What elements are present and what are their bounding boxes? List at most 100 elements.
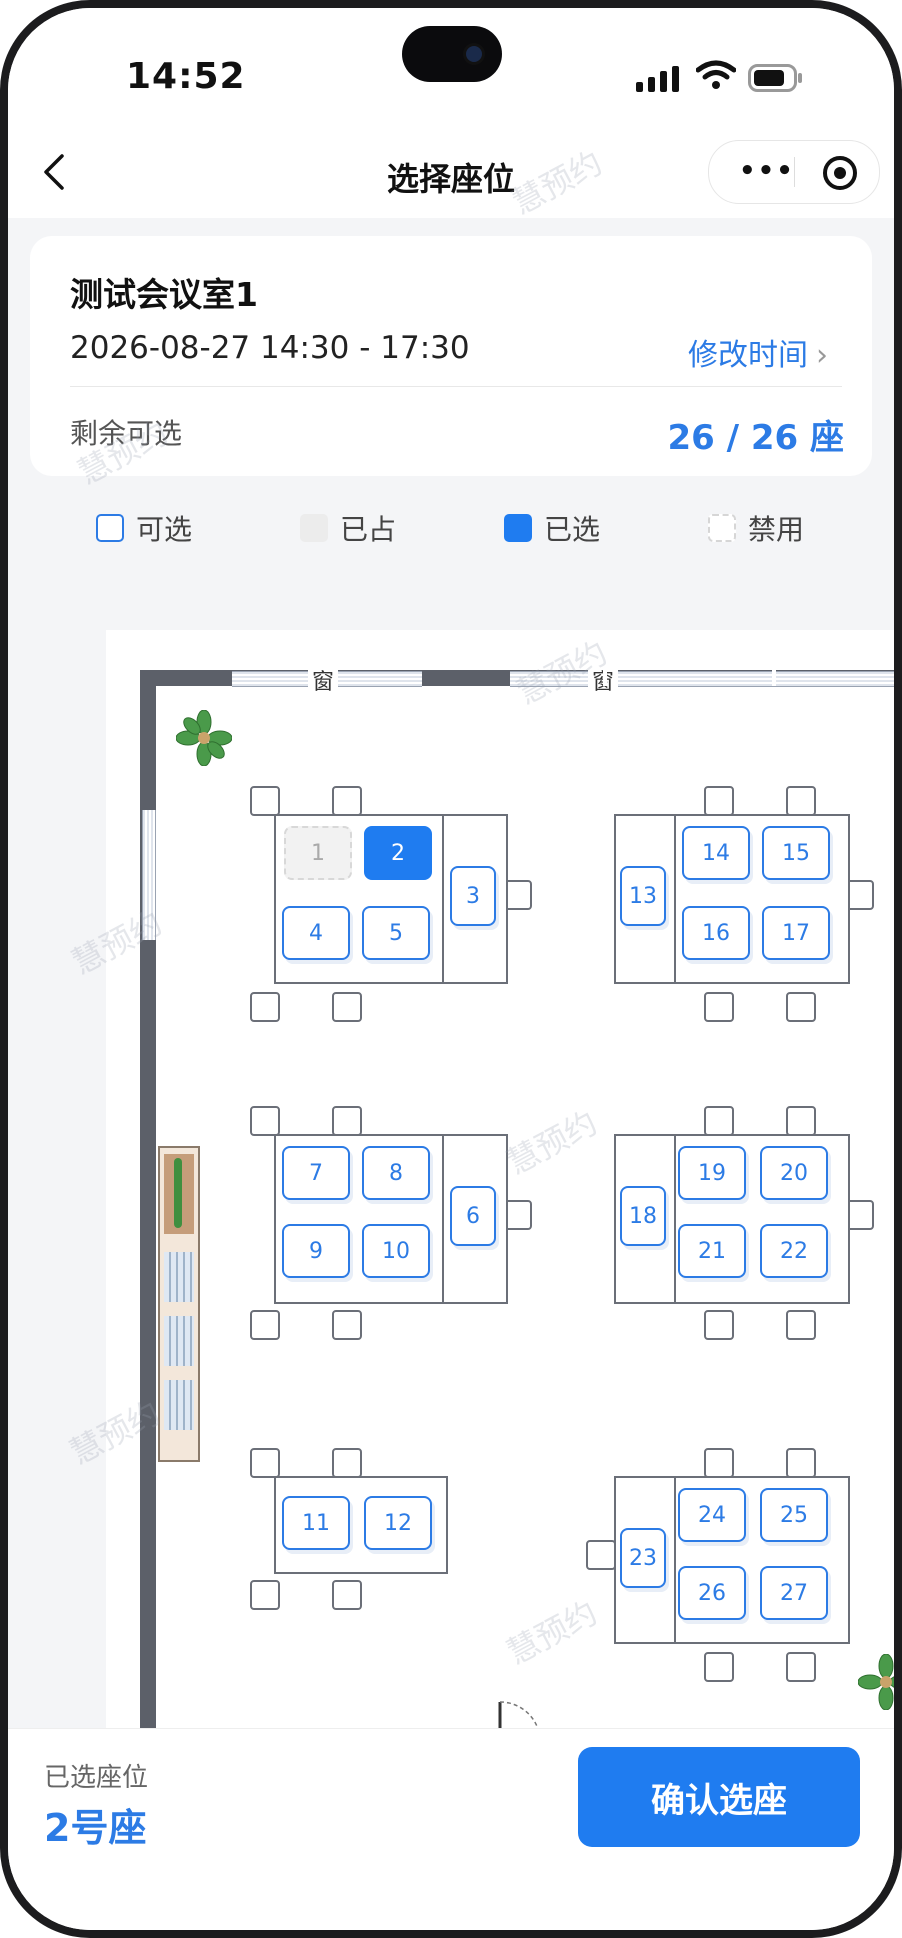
chair bbox=[704, 1106, 734, 1136]
change-time-link[interactable]: 修改时间 › bbox=[688, 330, 828, 374]
chair bbox=[250, 992, 280, 1022]
seat-9[interactable]: 9 bbox=[282, 1224, 350, 1278]
seat-11[interactable]: 11 bbox=[282, 1496, 350, 1550]
dynamic-island bbox=[402, 26, 502, 82]
books bbox=[164, 1380, 194, 1430]
bookshelf bbox=[158, 1146, 200, 1462]
screen: 14:52 选择座位 ••• 测试会议室1 2026-08-27 14:30 -… bbox=[8, 8, 894, 1930]
seat-map[interactable]: 窗 窗 bbox=[106, 630, 894, 1730]
seat-5[interactable]: 5 bbox=[362, 906, 430, 960]
occupied-swatch bbox=[300, 514, 328, 542]
window-gap bbox=[603, 670, 607, 686]
wifi-icon bbox=[696, 60, 736, 89]
chair bbox=[332, 786, 362, 816]
seat-13[interactable]: 13 bbox=[620, 866, 666, 926]
seat-12[interactable]: 12 bbox=[364, 1496, 432, 1550]
battery-icon bbox=[748, 64, 802, 92]
legend-occupied-label: 已占 bbox=[340, 513, 397, 546]
seat-17[interactable]: 17 bbox=[762, 906, 830, 960]
camera-icon bbox=[466, 46, 482, 62]
navigation-bar: 选择座位 ••• bbox=[8, 118, 894, 218]
seat-18[interactable]: 18 bbox=[620, 1186, 666, 1246]
seat-legend: 可选 已占 已选 禁用 bbox=[8, 508, 894, 548]
window-label: 窗 bbox=[308, 664, 339, 696]
plant-icon bbox=[858, 1654, 894, 1710]
seat-19[interactable]: 19 bbox=[678, 1146, 746, 1200]
seat-14[interactable]: 14 bbox=[682, 826, 750, 880]
chair bbox=[332, 992, 362, 1022]
chair bbox=[332, 1106, 362, 1136]
books bbox=[164, 1252, 194, 1302]
seat-10[interactable]: 10 bbox=[362, 1224, 430, 1278]
seat-15[interactable]: 15 bbox=[762, 826, 830, 880]
seat-21[interactable]: 21 bbox=[678, 1224, 746, 1278]
bottom-bar: 已选座位 2号座 确认选座 bbox=[8, 1728, 894, 1930]
chair bbox=[250, 786, 280, 816]
seat-6[interactable]: 6 bbox=[450, 1186, 496, 1246]
chair bbox=[704, 1448, 734, 1478]
books bbox=[164, 1316, 194, 1366]
selected-seat-value: 2号座 bbox=[44, 1806, 147, 1850]
chair bbox=[250, 1448, 280, 1478]
door-icon bbox=[498, 1701, 540, 1730]
disabled-swatch bbox=[708, 514, 736, 542]
chair bbox=[786, 786, 816, 816]
status-bar: 14:52 bbox=[8, 8, 894, 118]
remaining-value: 26 / 26 座 bbox=[667, 418, 844, 458]
close-target-icon[interactable] bbox=[823, 156, 857, 190]
seat-16[interactable]: 16 bbox=[682, 906, 750, 960]
chair bbox=[332, 1448, 362, 1478]
chair bbox=[786, 1652, 816, 1682]
legend-occupied: 已占 bbox=[300, 508, 396, 548]
window-top-right bbox=[510, 671, 894, 687]
more-icon[interactable]: ••• bbox=[739, 158, 795, 184]
chair bbox=[332, 1310, 362, 1340]
confirm-seat-button[interactable]: 确认选座 bbox=[578, 1747, 860, 1847]
legend-disabled: 禁用 bbox=[708, 508, 804, 548]
window-gap bbox=[772, 670, 776, 686]
available-swatch bbox=[96, 514, 124, 542]
remaining-label: 剩余可选 bbox=[70, 417, 183, 450]
seat-20[interactable]: 20 bbox=[760, 1146, 828, 1200]
chair bbox=[250, 1580, 280, 1610]
seat-23[interactable]: 23 bbox=[620, 1528, 666, 1588]
seat-3[interactable]: 3 bbox=[450, 866, 496, 926]
chair bbox=[786, 1448, 816, 1478]
chair bbox=[332, 1580, 362, 1610]
seat-22[interactable]: 22 bbox=[760, 1224, 828, 1278]
chair bbox=[704, 1652, 734, 1682]
window-left bbox=[142, 810, 156, 940]
legend-selected: 已选 bbox=[504, 508, 600, 548]
chair bbox=[704, 992, 734, 1022]
chevron-right-icon: › bbox=[816, 338, 828, 373]
legend-available-label: 可选 bbox=[136, 513, 193, 546]
status-time: 14:52 bbox=[126, 56, 246, 97]
change-time-label: 修改时间 bbox=[688, 338, 808, 373]
seat-25[interactable]: 25 bbox=[760, 1488, 828, 1542]
cellular-signal-icon bbox=[636, 66, 679, 92]
chair bbox=[786, 1310, 816, 1340]
seat-1: 1 bbox=[284, 826, 352, 880]
seat-24[interactable]: 24 bbox=[678, 1488, 746, 1542]
legend-disabled-label: 禁用 bbox=[748, 513, 805, 546]
seat-27[interactable]: 27 bbox=[760, 1566, 828, 1620]
selected-swatch bbox=[504, 514, 532, 542]
booking-datetime: 2026-08-27 14:30 - 17:30 bbox=[70, 330, 470, 366]
chair bbox=[786, 1106, 816, 1136]
chair bbox=[250, 1106, 280, 1136]
selected-seat-label: 已选座位 bbox=[44, 1763, 149, 1793]
miniprogram-capsule: ••• bbox=[708, 140, 880, 204]
seat-26[interactable]: 26 bbox=[678, 1566, 746, 1620]
chair bbox=[786, 992, 816, 1022]
divider bbox=[70, 386, 842, 387]
seat-4[interactable]: 4 bbox=[282, 906, 350, 960]
seat-8[interactable]: 8 bbox=[362, 1146, 430, 1200]
capsule-divider bbox=[794, 157, 795, 187]
plant-icon bbox=[174, 1158, 182, 1228]
seat-2[interactable]: 2 bbox=[364, 826, 432, 880]
legend-available: 可选 bbox=[96, 508, 192, 548]
chair bbox=[250, 1310, 280, 1340]
seat-7[interactable]: 7 bbox=[282, 1146, 350, 1200]
chair bbox=[704, 786, 734, 816]
room-name: 测试会议室1 bbox=[70, 275, 258, 314]
